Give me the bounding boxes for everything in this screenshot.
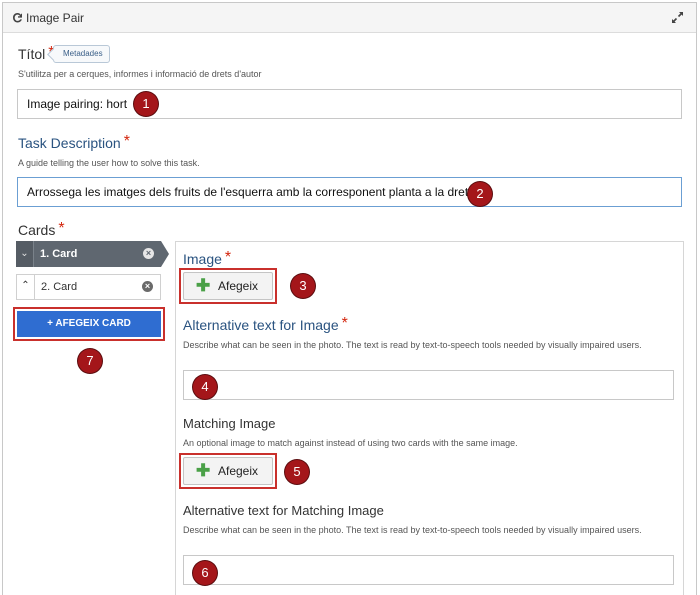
annotation-badge-3: 3 bbox=[291, 274, 315, 298]
task-description-input[interactable]: Arrossega les imatges dels fruits de l'e… bbox=[17, 177, 682, 207]
title-field-description: S'utilitza per a cerques, informes i inf… bbox=[18, 69, 262, 79]
card-item-label: 2. Card bbox=[41, 281, 78, 293]
add-matching-image-label: Afegeix bbox=[218, 464, 259, 478]
title-input[interactable]: Image pairing: hort bbox=[17, 89, 682, 119]
add-card-highlight: + AFEGEIX CARD bbox=[13, 307, 165, 341]
card-item-label: 1. Card bbox=[40, 248, 78, 260]
required-marker: * bbox=[224, 249, 232, 266]
alt-text-description: Describe what can be seen in the photo. … bbox=[183, 340, 642, 350]
editor-titlebar: Image Pair bbox=[3, 3, 696, 33]
title-label-text: Títol bbox=[18, 46, 46, 62]
annotation-badge-2: 2 bbox=[468, 182, 492, 206]
metadata-button[interactable]: Metadades bbox=[53, 45, 110, 63]
annotation-badge-1: 1 bbox=[134, 92, 158, 116]
card-list-item-2[interactable]: ⌃ 2. Card × bbox=[16, 274, 161, 300]
chevron-down-icon[interactable]: ⌄ bbox=[16, 241, 34, 267]
add-card-button[interactable]: + AFEGEIX CARD bbox=[17, 311, 161, 337]
task-description-label: Task Description * bbox=[18, 133, 130, 153]
required-marker: * bbox=[123, 133, 130, 150]
add-matching-image-button[interactable]: ✚ Afegeix bbox=[183, 457, 273, 485]
expand-icon[interactable] bbox=[671, 11, 684, 24]
h5p-icon bbox=[13, 13, 22, 23]
required-marker: * bbox=[58, 220, 65, 237]
chevron-up-icon[interactable]: ⌃ bbox=[17, 275, 35, 299]
alt-text-input[interactable] bbox=[183, 370, 674, 400]
plus-icon: ✚ bbox=[196, 461, 211, 480]
annotation-badge-4: 4 bbox=[193, 375, 217, 399]
task-description-label-text: Task Description bbox=[18, 135, 121, 151]
matching-alt-text-input[interactable] bbox=[183, 555, 674, 585]
alt-text-label-text: Alternative text for Image bbox=[183, 317, 339, 333]
required-marker: * bbox=[341, 315, 348, 332]
task-description-value: Arrossega les imatges dels fruits de l'e… bbox=[27, 185, 475, 199]
active-card-pointer bbox=[161, 241, 169, 267]
matching-alt-text-description: Describe what can be seen in the photo. … bbox=[183, 525, 642, 535]
editor-title: Image Pair bbox=[26, 11, 85, 25]
image-label-text: Image bbox=[183, 251, 222, 267]
image-upload-highlight: ✚ Afegeix bbox=[179, 268, 277, 304]
task-description-help: A guide telling the user how to solve th… bbox=[18, 158, 200, 168]
remove-card-icon[interactable]: × bbox=[143, 248, 154, 259]
cards-label: Cards * bbox=[18, 220, 65, 240]
plus-icon: ✚ bbox=[196, 276, 211, 295]
annotation-badge-7: 7 bbox=[78, 349, 102, 373]
matching-image-upload-highlight: ✚ Afegeix bbox=[179, 453, 277, 489]
matching-image-label: Matching Image bbox=[183, 416, 276, 431]
annotation-badge-6: 6 bbox=[193, 561, 217, 585]
add-image-button[interactable]: ✚ Afegeix bbox=[183, 272, 273, 300]
image-field-label: Image * bbox=[183, 249, 232, 269]
matching-alt-text-label: Alternative text for Matching Image bbox=[183, 503, 384, 518]
cards-label-text: Cards bbox=[18, 222, 56, 238]
card-list-item-1[interactable]: ⌄ 1. Card × bbox=[16, 241, 161, 267]
remove-card-icon[interactable]: × bbox=[142, 281, 153, 292]
annotation-badge-5: 5 bbox=[285, 460, 309, 484]
add-image-label: Afegeix bbox=[218, 279, 259, 293]
alt-text-label: Alternative text for Image * bbox=[183, 315, 348, 335]
matching-image-description: An optional image to match against inste… bbox=[183, 438, 518, 448]
